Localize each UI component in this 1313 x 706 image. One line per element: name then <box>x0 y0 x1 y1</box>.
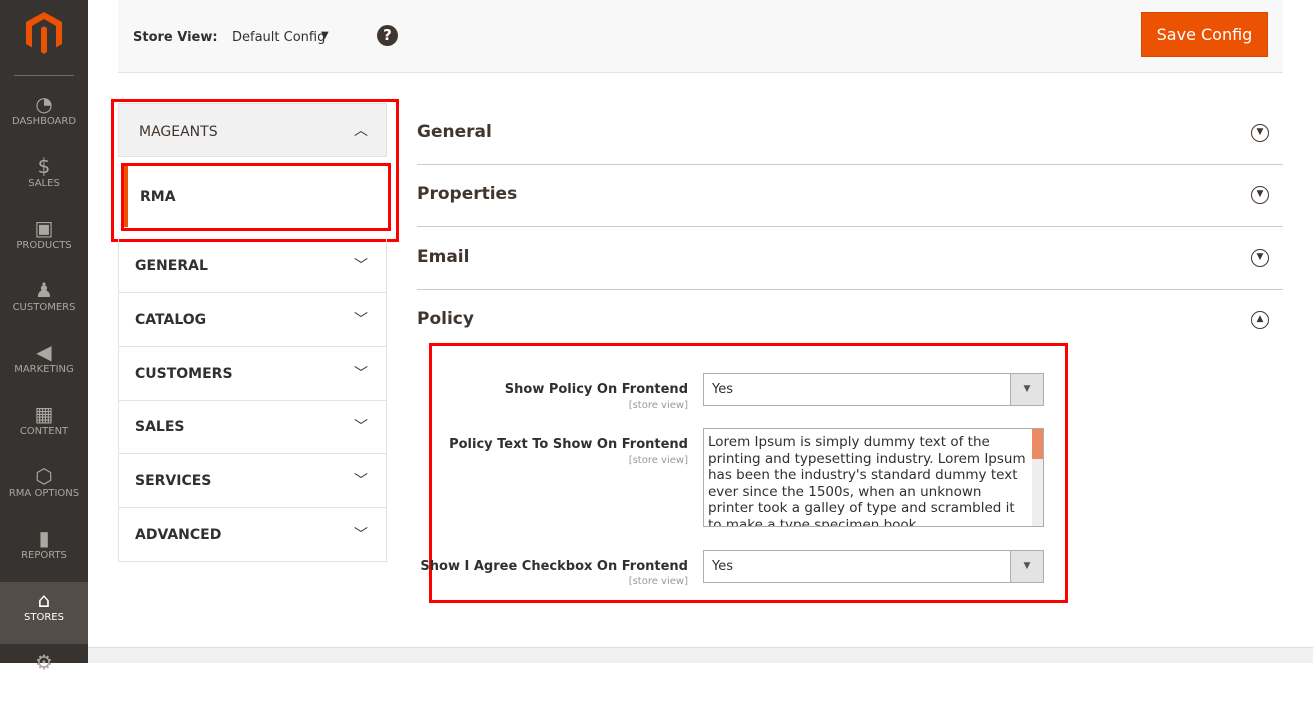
select-value: Yes <box>712 382 733 397</box>
policy-text-textarea[interactable]: Lorem Ipsum is simply dummy text of the … <box>703 428 1044 527</box>
help-icon[interactable]: ? <box>377 25 398 46</box>
tab-group-label: CATALOG <box>135 311 207 328</box>
scrollbar[interactable] <box>1032 429 1043 526</box>
tab-group-services[interactable]: SERVICES ﹀ <box>118 454 387 509</box>
hexagon-icon: ⬡ <box>35 464 53 488</box>
chevron-down-icon: ﹀ <box>354 527 368 543</box>
nav-item-label: REPORTS <box>21 550 67 561</box>
tab-group-label: CUSTOMERS <box>135 365 233 382</box>
save-config-button[interactable]: Save Config <box>1141 12 1268 57</box>
scope-label: [store view] <box>628 400 688 411</box>
page-actions-bar: Store View: Default Config ▼ ? <box>118 0 1283 73</box>
magento-logo[interactable] <box>26 12 62 54</box>
section-title: General <box>417 122 492 142</box>
tab-group-advanced[interactable]: ADVANCED ﹀ <box>118 508 387 562</box>
box-icon: ▣ <box>34 216 54 240</box>
chevron-down-icon: ﹀ <box>354 473 368 490</box>
nav-item-label: PRODUCTS <box>16 240 72 251</box>
nav-item-stores[interactable]: ⌂ STORES <box>0 582 88 644</box>
tab-group-label: GENERAL <box>135 258 208 274</box>
bar-chart-icon: ▮ <box>38 526 50 550</box>
store-icon: ⌂ <box>37 588 51 612</box>
section-email[interactable]: Email ▼ <box>417 228 1283 290</box>
textarea-value: Lorem Ipsum is simply dummy text of the … <box>708 434 1026 527</box>
section-title: Email <box>417 246 470 267</box>
nav-item-label: CONTENT <box>19 426 69 437</box>
tab-group-customers[interactable]: CUSTOMERS ﹀ <box>118 346 387 401</box>
nav-item-label: DASHBOARD <box>11 116 77 127</box>
chevron-down-icon: ﹀ <box>354 311 368 328</box>
nav-item-products[interactable]: ▣ PRODUCTS <box>0 210 88 272</box>
section-properties[interactable]: Properties ▼ <box>417 165 1283 228</box>
expand-icon[interactable]: ▼ <box>1251 124 1269 142</box>
tab-group-label: SERVICES <box>135 473 212 490</box>
nav-item-label: RMA OPTIONS <box>8 488 80 499</box>
show-policy-select[interactable]: Yes ▼ <box>703 373 1044 406</box>
nav-item-settings[interactable]: ⚙ <box>0 644 88 706</box>
nav-item-customers[interactable]: ♟ CUSTOMERS <box>0 272 88 334</box>
tab-group-catalog[interactable]: CATALOG ﹀ <box>118 292 387 347</box>
policy-text-label: Policy Text To Show On Frontend <box>449 437 688 452</box>
tab-group-label: SALES <box>135 419 185 436</box>
nav-item-rma-options[interactable]: ⬡ RMA OPTIONS <box>0 458 88 520</box>
caret-down-icon[interactable]: ▼ <box>321 30 329 41</box>
caret-down-icon[interactable]: ▼ <box>1010 551 1043 582</box>
section-title: Policy <box>417 308 474 329</box>
person-icon: ♟ <box>35 278 53 302</box>
admin-sidebar: ◔ DASHBOARD $ SALES ▣ PRODUCTS ♟ CUSTOMERS ◀ MARK… <box>0 0 88 674</box>
show-policy-label: Show Policy On Frontend <box>504 382 688 397</box>
nav-item-marketing[interactable]: ◀ MARKETING <box>0 334 88 396</box>
footer-bar <box>88 647 1313 663</box>
scope-label: [store view] <box>628 455 688 466</box>
caret-down-icon[interactable]: ▼ <box>1010 374 1043 405</box>
store-view-switcher[interactable]: Default Config <box>232 30 325 45</box>
nav-item-dashboard[interactable]: ◔ DASHBOARD <box>0 86 88 148</box>
megaphone-icon: ◀ <box>36 340 52 364</box>
chevron-down-icon: ﹀ <box>354 365 368 382</box>
expand-icon[interactable]: ▼ <box>1251 186 1269 205</box>
tab-group-general[interactable]: GENERAL ﹀ <box>118 239 387 293</box>
select-value: Yes <box>712 559 733 574</box>
highlight-box <box>121 163 391 231</box>
nav-item-sales[interactable]: $ SALES <box>0 148 88 210</box>
tab-group-sales[interactable]: SALES ﹀ <box>118 400 387 455</box>
expand-icon[interactable]: ▼ <box>1251 248 1269 267</box>
nav-item-label: CUSTOMERS <box>12 302 76 313</box>
chevron-down-icon: ﹀ <box>354 419 368 436</box>
section-general[interactable]: General ▼ <box>417 103 1283 165</box>
tab-group-label: ADVANCED <box>135 527 222 543</box>
nav-item-content[interactable]: ▦ CONTENT <box>0 396 88 458</box>
show-agree-select[interactable]: Yes ▼ <box>703 550 1044 583</box>
nav-divider <box>14 75 74 76</box>
nav-item-reports[interactable]: ▮ REPORTS <box>0 520 88 582</box>
agree-checkbox-label: Show I Agree Checkbox On Frontend <box>420 559 688 574</box>
dashboard-icon: ◔ <box>35 92 53 116</box>
collapse-icon[interactable]: ▲ <box>1251 310 1269 329</box>
chevron-down-icon: ﹀ <box>354 258 368 274</box>
nav-item-label: STORES <box>24 612 64 623</box>
dollar-icon: $ <box>37 154 51 178</box>
section-title: Properties <box>417 184 518 205</box>
gear-icon: ⚙ <box>35 650 53 674</box>
store-view-label: Store View: <box>133 30 218 45</box>
nav-item-label: SALES <box>28 178 60 189</box>
scope-label: [store view] <box>628 576 688 587</box>
nav-item-label: MARKETING <box>14 364 74 375</box>
layout-icon: ▦ <box>34 402 54 426</box>
